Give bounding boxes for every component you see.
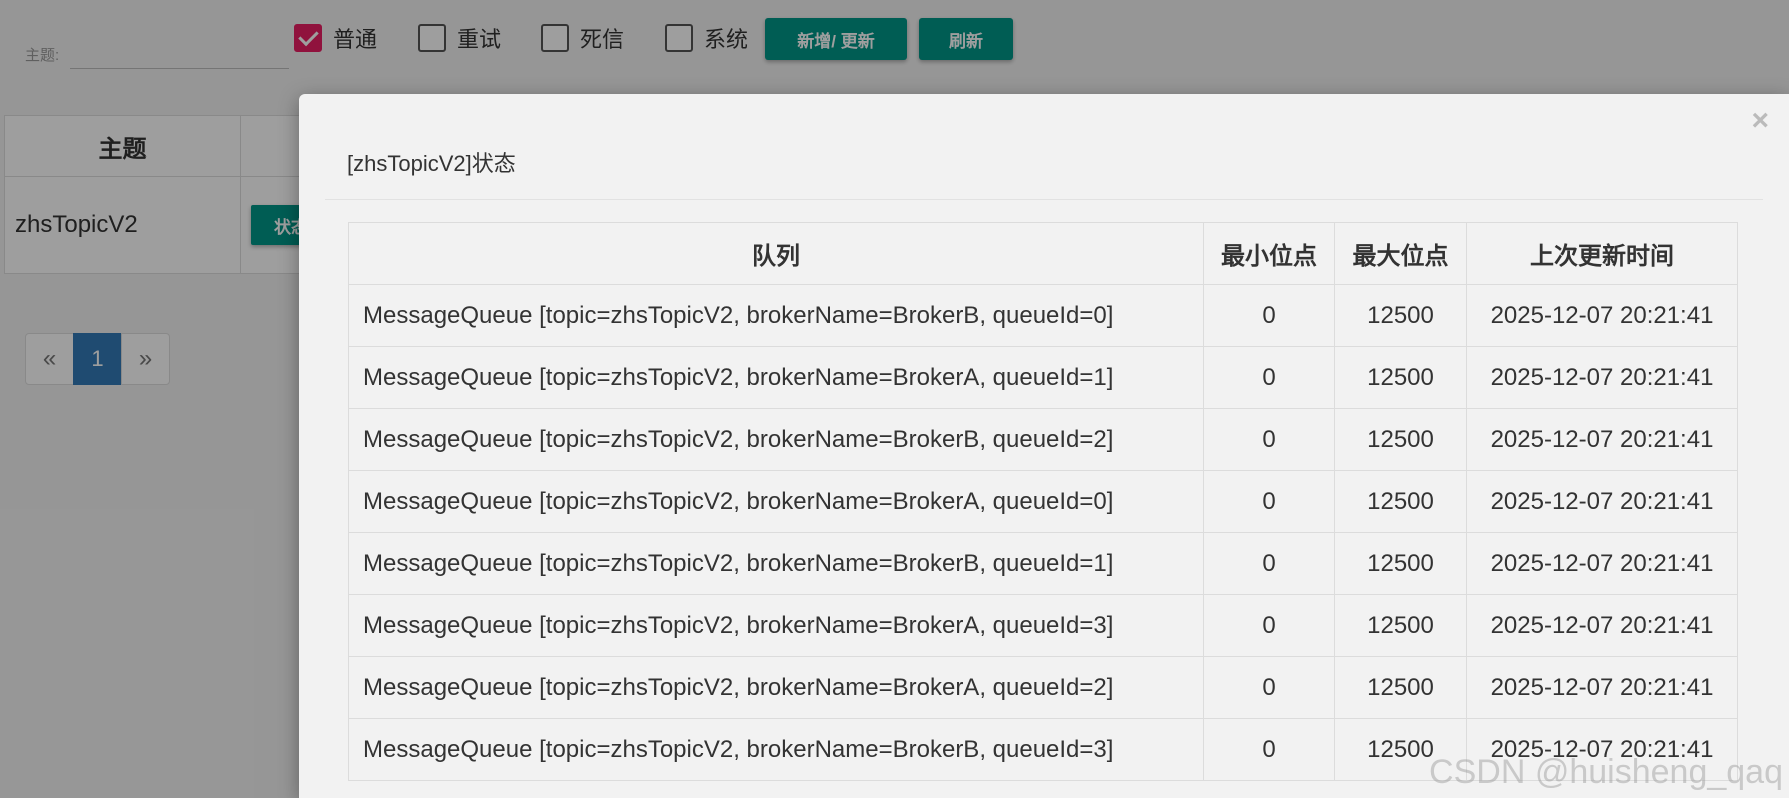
queue-cell: MessageQueue [topic=zhsTopicV2, brokerNa…	[348, 346, 1204, 409]
min-offset-cell: 0	[1203, 284, 1335, 347]
min-offset-cell: 0	[1203, 656, 1335, 719]
table-row: MessageQueue [topic=zhsTopicV2, brokerNa…	[348, 656, 1738, 719]
topic-status-modal: × [zhsTopicV2]状态 队列 最小位点 最大位点 上次更新时间 Mes…	[299, 94, 1789, 798]
last-updated-column-header: 上次更新时间	[1466, 222, 1738, 285]
max-offset-column-header: 最大位点	[1334, 222, 1467, 285]
table-row: MessageQueue [topic=zhsTopicV2, brokerNa…	[348, 284, 1738, 347]
last-updated-cell: 2025-12-07 20:21:41	[1466, 532, 1738, 595]
min-offset-cell: 0	[1203, 346, 1335, 409]
queue-column-header: 队列	[348, 222, 1204, 285]
queue-table-header-row: 队列 最小位点 最大位点 上次更新时间	[348, 222, 1738, 285]
queue-cell: MessageQueue [topic=zhsTopicV2, brokerNa…	[348, 656, 1204, 719]
queue-status-table: 队列 最小位点 最大位点 上次更新时间 MessageQueue [topic=…	[348, 222, 1738, 781]
queue-cell: MessageQueue [topic=zhsTopicV2, brokerNa…	[348, 532, 1204, 595]
max-offset-cell: 12500	[1334, 346, 1467, 409]
min-offset-cell: 0	[1203, 408, 1335, 471]
last-updated-cell: 2025-12-07 20:21:41	[1466, 470, 1738, 533]
table-row: MessageQueue [topic=zhsTopicV2, brokerNa…	[348, 594, 1738, 657]
modal-title: [zhsTopicV2]状态	[347, 151, 516, 176]
watermark: CSDN @huisheng_qaq	[1429, 753, 1783, 791]
last-updated-cell: 2025-12-07 20:21:41	[1466, 656, 1738, 719]
table-row: MessageQueue [topic=zhsTopicV2, brokerNa…	[348, 346, 1738, 409]
min-offset-column-header: 最小位点	[1203, 222, 1335, 285]
table-row: MessageQueue [topic=zhsTopicV2, brokerNa…	[348, 470, 1738, 533]
last-updated-cell: 2025-12-07 20:21:41	[1466, 346, 1738, 409]
queue-cell: MessageQueue [topic=zhsTopicV2, brokerNa…	[348, 408, 1204, 471]
table-row: MessageQueue [topic=zhsTopicV2, brokerNa…	[348, 408, 1738, 471]
queue-cell: MessageQueue [topic=zhsTopicV2, brokerNa…	[348, 470, 1204, 533]
max-offset-cell: 12500	[1334, 656, 1467, 719]
min-offset-cell: 0	[1203, 718, 1335, 781]
queue-cell: MessageQueue [topic=zhsTopicV2, brokerNa…	[348, 284, 1204, 347]
queue-cell: MessageQueue [topic=zhsTopicV2, brokerNa…	[348, 594, 1204, 657]
last-updated-cell: 2025-12-07 20:21:41	[1466, 408, 1738, 471]
queue-cell: MessageQueue [topic=zhsTopicV2, brokerNa…	[348, 718, 1204, 781]
modal-divider	[325, 199, 1763, 200]
max-offset-cell: 12500	[1334, 408, 1467, 471]
last-updated-cell: 2025-12-07 20:21:41	[1466, 284, 1738, 347]
min-offset-cell: 0	[1203, 470, 1335, 533]
max-offset-cell: 12500	[1334, 284, 1467, 347]
max-offset-cell: 12500	[1334, 594, 1467, 657]
max-offset-cell: 12500	[1334, 532, 1467, 595]
max-offset-cell: 12500	[1334, 470, 1467, 533]
last-updated-cell: 2025-12-07 20:21:41	[1466, 594, 1738, 657]
close-icon[interactable]: ×	[1751, 104, 1769, 138]
table-row: MessageQueue [topic=zhsTopicV2, brokerNa…	[348, 532, 1738, 595]
min-offset-cell: 0	[1203, 532, 1335, 595]
min-offset-cell: 0	[1203, 594, 1335, 657]
